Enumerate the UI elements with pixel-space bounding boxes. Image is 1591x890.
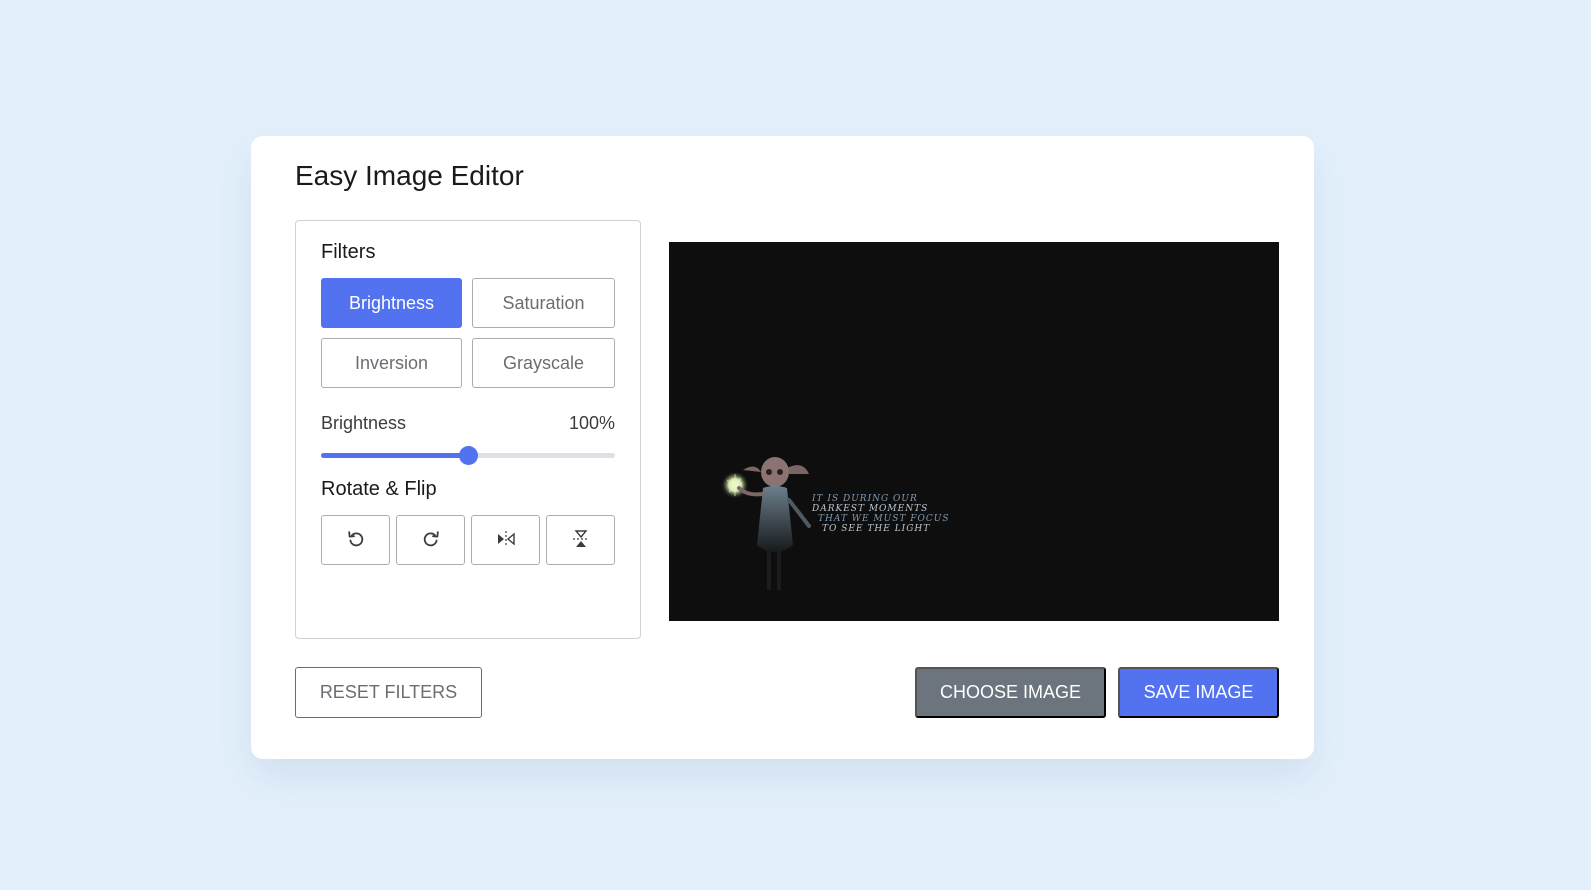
slider-fill xyxy=(321,453,468,458)
filter-options: Brightness Saturation Inversion Grayscal… xyxy=(321,278,615,388)
slider-thumb[interactable] xyxy=(459,446,478,465)
brightness-slider[interactable] xyxy=(321,445,615,465)
slider-info: Brightness 100% xyxy=(321,413,615,434)
reset-filters-button[interactable]: RESET FILTERS xyxy=(295,667,482,718)
flip-horizontal-icon xyxy=(496,529,516,552)
filter-inversion-button[interactable]: Inversion xyxy=(321,338,462,388)
preview-image: It is during our darkest moments that we… xyxy=(669,242,1279,621)
rotate-flip-buttons xyxy=(321,515,615,565)
filter-brightness-button[interactable]: Brightness xyxy=(321,278,462,328)
filters-label: Filters xyxy=(321,241,376,263)
quote-line: darkest moments xyxy=(812,504,929,514)
filter-grayscale-button[interactable]: Grayscale xyxy=(472,338,615,388)
flip-vertical-icon xyxy=(571,529,591,552)
quote-line: that we must focus xyxy=(818,514,950,524)
page-title: Easy Image Editor xyxy=(295,160,524,191)
rotate-flip-label: Rotate & Flip xyxy=(321,478,437,500)
rotate-left-icon xyxy=(346,529,366,552)
quote-line: to see the light xyxy=(822,524,931,534)
rotate-right-icon xyxy=(421,529,441,552)
flip-horizontal-button[interactable] xyxy=(471,515,540,565)
dobby-illustration xyxy=(721,457,811,590)
choose-image-button[interactable]: CHOOSE IMAGE xyxy=(915,667,1106,718)
editor-card: Easy Image Editor Filters Brightness Sat… xyxy=(251,136,1314,759)
rotate-left-button[interactable] xyxy=(321,515,390,565)
quote-line: It is during our xyxy=(812,494,918,504)
rotate-right-button[interactable] xyxy=(396,515,465,565)
slider-name: Brightness xyxy=(321,413,407,433)
save-image-button[interactable]: SAVE IMAGE xyxy=(1118,667,1279,718)
filter-saturation-button[interactable]: Saturation xyxy=(472,278,615,328)
flip-vertical-button[interactable] xyxy=(546,515,615,565)
preview-quote: It is during our darkest moments that we… xyxy=(812,494,950,534)
editor-panel: Filters Brightness Saturation Inversion … xyxy=(295,220,641,639)
slider-value: 100% xyxy=(568,413,615,433)
